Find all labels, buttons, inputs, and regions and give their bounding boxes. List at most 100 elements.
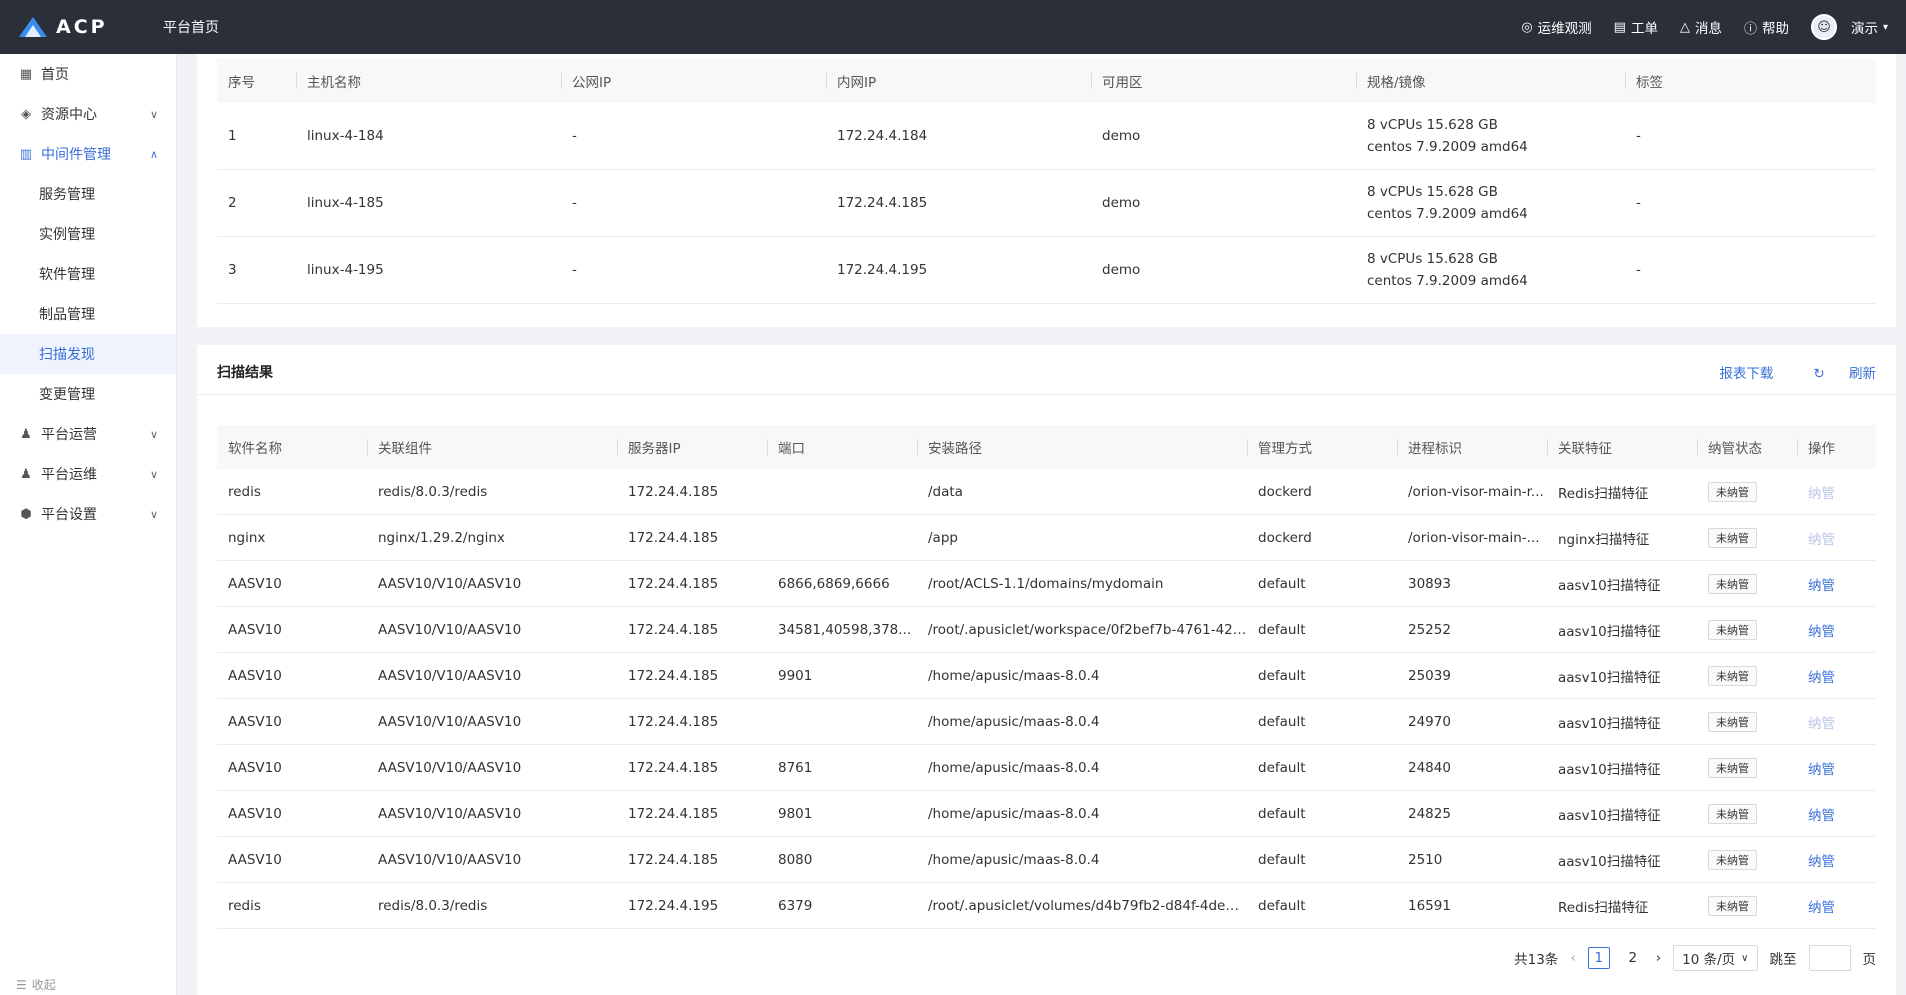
sidebar-subitem-instance[interactable]: 实例管理 [0,214,176,254]
manage-link[interactable]: 纳管 [1808,854,1835,870]
download-report-link[interactable]: 报表下载 [1719,362,1773,382]
manage-mode: default [1258,759,1306,776]
refresh-label: 刷新 [1849,366,1876,382]
host-image: centos 7.9.2009 amd64 [1367,206,1528,222]
related-feature: aasv10扫描特征 [1558,623,1661,640]
manage-link[interactable]: 纳管 [1808,578,1835,594]
port: 9801 [778,805,813,822]
page-size-select[interactable]: 10 条/页 ∨ [1673,945,1758,971]
top-item-message[interactable]: △ 消息 [1680,17,1722,38]
status-badge: 未纳管 [1708,619,1757,640]
next-page-icon[interactable]: › [1656,950,1661,966]
server-ip: 172.24.4.195 [628,897,719,914]
table-row: redis redis/8.0.3/redis 172.24.4.185/data d… [217,469,1876,515]
software-name: redis [228,483,261,500]
table-row: AASV10 AASV10/V10/AASV10 172.24.4.185 9801 /… [217,791,1876,837]
sidebar-item-resource[interactable]: ◈ 资源中心 ∨ [0,94,176,134]
top-bar: ACP 平台首页 ◎ 运维观测 ▤ 工单 △ 消息 ⓘ 帮助 ☺ 演示 ▾ [0,0,1906,54]
manage-link[interactable]: 纳管 [1808,716,1835,732]
column-header: 软件名称 [228,441,282,457]
jump-page-input[interactable] [1808,945,1851,971]
top-item-ticket[interactable]: ▤ 工单 [1614,17,1658,38]
manage-action: 纳管 [1797,666,1876,686]
server-ip: 172.24.4.185 [628,805,719,822]
host-public-ip: - [572,195,577,211]
manage-status: 未纳管 [1697,849,1797,870]
chevron-down-icon[interactable]: ▾ [1883,22,1888,33]
top-home-link[interactable]: 平台首页 [163,17,219,37]
chevron-up-icon: ∧ [149,147,158,161]
port: 8761 [778,759,813,776]
software-name: AASV10 [228,805,282,822]
refresh-button[interactable]: ↻ 刷新 [1793,362,1876,382]
sidebar-subitem-service[interactable]: 服务管理 [0,174,176,214]
sidebar-subitem-change[interactable]: 变更管理 [0,374,176,414]
column-header: 标签 [1625,71,1876,91]
chevron-down-icon: ∨ [1741,952,1749,964]
top-item-help[interactable]: ⓘ 帮助 [1744,17,1789,37]
manage-link[interactable]: 纳管 [1808,532,1835,548]
related-feature: aasv10扫描特征 [1558,761,1661,778]
host-private-ip: 172.24.4.184 [837,128,928,144]
prev-page-icon[interactable]: ‹ [1570,950,1575,966]
user-name[interactable]: 演示 [1851,17,1878,37]
sidebar-subitem-software[interactable]: 软件管理 [0,254,176,294]
manage-mode: dockerd [1258,529,1312,546]
middleware-icon: ▥ [19,146,33,162]
logo[interactable]: ACP [0,16,160,38]
avatar[interactable]: ☺ [1810,14,1837,40]
manage-link[interactable]: 纳管 [1808,808,1835,824]
host-table-header: 序号 主机名称 公网IP 内网IP 可用区 规格/镜像 标签 [217,59,1876,103]
server-ip: 172.24.4.185 [628,483,719,500]
sidebar-item-label: 平台运营 [41,427,97,443]
host-zone: demo [1102,128,1141,144]
page-1-button[interactable]: 1 [1587,947,1610,969]
chevron-down-icon: ∨ [149,467,158,481]
manage-link[interactable]: 纳管 [1808,486,1835,502]
related-feature: aasv10扫描特征 [1558,853,1661,870]
related-component: AASV10/V10/AASV10 [378,575,522,592]
software-name: AASV10 [228,575,282,592]
host-public-ip: - [572,262,577,278]
manage-link[interactable]: 纳管 [1808,900,1835,916]
sidebar-item-middleware[interactable]: ▥ 中间件管理 ∧ [0,134,176,174]
host-image: centos 7.9.2009 amd64 [1367,139,1528,155]
collapse-icon: ☰ [16,977,27,992]
manage-status: 未纳管 [1697,803,1797,824]
refresh-icon: ↻ [1813,366,1825,382]
related-component: AASV10/V10/AASV10 [378,851,522,868]
top-item-observe[interactable]: ◎ 运维观测 [1521,17,1591,38]
port: 6866,6869,6666 [778,575,890,592]
install-path: /root/ACLS-1.1/domains/mydomain [928,575,1164,592]
column-header: 关联特征 [1547,437,1697,457]
sidebar-collapse-button[interactable]: ☰ 收起 [16,976,56,993]
manage-mode: default [1258,621,1306,638]
sidebar-subitem-artifact[interactable]: 制品管理 [0,294,176,334]
host-card: 序号 主机名称 公网IP 内网IP 可用区 规格/镜像 标签 1 linux-4… [197,54,1896,327]
manage-link[interactable]: 纳管 [1808,624,1835,640]
table-row: AASV10 AASV10/V10/AASV10 172.24.4.185 34581… [217,607,1876,653]
column-header: 服务器IP [617,437,767,457]
sidebar-item-maintenance[interactable]: ♟ 平台运维 ∨ [0,454,176,494]
sidebar-item-home[interactable]: ▦ 首页 [0,54,176,94]
port: 6379 [778,897,813,914]
table-row: redis redis/8.0.3/redis 172.24.4.195 6379/r… [217,883,1876,929]
manage-link[interactable]: 纳管 [1808,670,1835,686]
column-header: 安装路径 [917,437,1247,457]
install-path: /home/apusic/maas-8.0.4 [928,805,1100,822]
port: 34581,40598,378... [778,621,912,638]
sidebar-item-operation[interactable]: ♟ 平台运营 ∨ [0,414,176,454]
pagination: 共13条 ‹ 1 2 › 10 条/页 ∨ 跳至 页 [1502,945,1876,971]
sidebar-item-settings[interactable]: ⬢ 平台设置 ∨ [0,494,176,534]
manage-status: 未纳管 [1697,573,1797,594]
manage-action: 纳管 [1797,620,1876,640]
sidebar-subitem-scan[interactable]: 扫描发现 [0,334,176,374]
scan-table-body: redis redis/8.0.3/redis 172.24.4.185/data d… [217,469,1876,929]
page-2-button[interactable]: 2 [1622,947,1644,969]
manage-link[interactable]: 纳管 [1808,762,1835,778]
manage-mode: default [1258,805,1306,822]
server-ip: 172.24.4.185 [628,621,719,638]
collapse-label: 收起 [31,978,56,992]
process-id: 24970 [1408,713,1451,730]
scan-result-card: 扫描结果 报表下载 ↻ 刷新 软件名称 关联组件 服务器IP 端口 安装路径 管… [197,345,1896,995]
